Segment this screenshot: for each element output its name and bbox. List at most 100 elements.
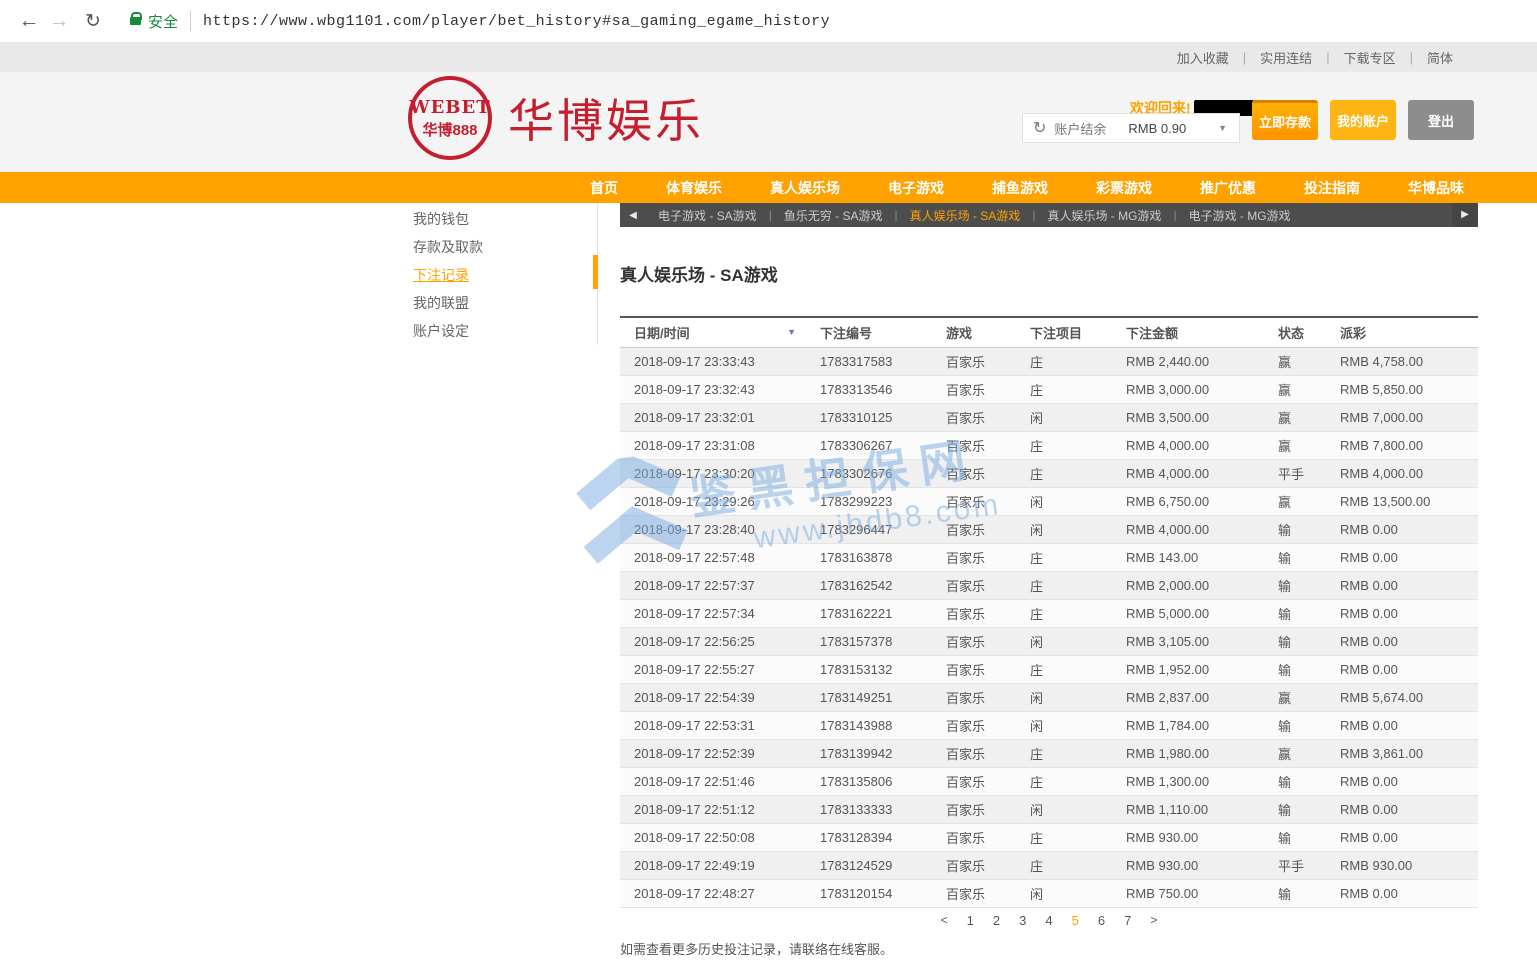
column-header-5[interactable]: 状态 (1264, 317, 1326, 347)
cell-payout: RMB 0.00 (1326, 879, 1478, 907)
logout-button[interactable]: 登出 (1408, 100, 1474, 140)
cell-no: 1783299223 (806, 487, 932, 515)
cell-payout: RMB 0.00 (1326, 515, 1478, 543)
page-2[interactable]: 2 (993, 913, 1000, 928)
page-1[interactable]: 1 (967, 913, 974, 928)
cell-status: 输 (1264, 655, 1326, 683)
cell-amount: RMB 930.00 (1112, 823, 1264, 851)
tab-2[interactable]: 真人娱乐场 - SA游戏 (898, 207, 1033, 224)
cell-payout: RMB 0.00 (1326, 627, 1478, 655)
cell-dt: 2018-09-17 23:32:01 (620, 403, 806, 431)
cell-no: 1783296447 (806, 515, 932, 543)
page-5[interactable]: 5 (1072, 913, 1079, 928)
page-7[interactable]: 7 (1124, 913, 1131, 928)
table-row[interactable]: 2018-09-17 22:48:271783120154百家乐闲RMB 750… (620, 879, 1478, 907)
address-bar[interactable]: 安全 https://www.wbg1101.com/player/bet_hi… (130, 11, 830, 32)
column-header-0[interactable]: 日期/时间▼ (620, 317, 806, 347)
back-icon[interactable]: ← (14, 9, 44, 33)
tab-0[interactable]: 电子游戏 - SA游戏 (646, 207, 769, 224)
column-header-1[interactable]: 下注编号 (806, 317, 932, 347)
next-page[interactable]: > (1150, 913, 1157, 927)
cell-status: 输 (1264, 879, 1326, 907)
sidebar-item-4[interactable]: 账户设定 (410, 317, 597, 345)
main-nav-item-3[interactable]: 电子游戏 (888, 178, 944, 198)
table-row[interactable]: 2018-09-17 22:53:311783143988百家乐闲RMB 1,7… (620, 711, 1478, 739)
logo-name: WEBET (409, 97, 490, 118)
cell-amount: RMB 6,750.00 (1112, 487, 1264, 515)
bet-history-table: 日期/时间▼下注编号游戏下注项目下注金额状态派彩 2018-09-17 23:3… (620, 316, 1478, 908)
tabs-scroll-left-icon[interactable]: ◀ (620, 210, 646, 221)
table-row[interactable]: 2018-09-17 22:52:391783139942百家乐庄RMB 1,9… (620, 739, 1478, 767)
cell-amount: RMB 3,105.00 (1112, 627, 1264, 655)
url-text[interactable]: https://www.wbg1101.com/player/bet_histo… (203, 13, 830, 30)
sort-desc-icon[interactable]: ▼ (787, 327, 796, 337)
table-row[interactable]: 2018-09-17 22:55:271783153132百家乐庄RMB 1,9… (620, 655, 1478, 683)
forward-icon[interactable]: → (44, 9, 74, 33)
table-row[interactable]: 2018-09-17 23:28:401783296447百家乐闲RMB 4,0… (620, 515, 1478, 543)
column-header-2[interactable]: 游戏 (932, 317, 1016, 347)
tab-1[interactable]: 鱼乐无穷 - SA游戏 (772, 207, 895, 224)
table-row[interactable]: 2018-09-17 22:57:481783163878百家乐庄RMB 143… (620, 543, 1478, 571)
sidebar-item-1[interactable]: 存款及取款 (410, 233, 597, 261)
cell-payout: RMB 5,674.00 (1326, 683, 1478, 711)
sidebar-item-0[interactable]: 我的钱包 (410, 205, 597, 233)
table-row[interactable]: 2018-09-17 22:51:121783133333百家乐闲RMB 1,1… (620, 795, 1478, 823)
table-row[interactable]: 2018-09-17 22:51:461783135806百家乐庄RMB 1,3… (620, 767, 1478, 795)
column-header-6[interactable]: 派彩 (1326, 317, 1478, 347)
tab-4[interactable]: 电子游戏 - MG游戏 (1177, 207, 1303, 224)
main-nav-item-7[interactable]: 投注指南 (1304, 178, 1360, 198)
refresh-balance-icon[interactable]: ↻ (1033, 118, 1046, 138)
main-nav-item-5[interactable]: 彩票游戏 (1096, 178, 1152, 198)
my-account-button[interactable]: 我的账户 (1330, 100, 1396, 140)
main-nav-item-2[interactable]: 真人娱乐场 (770, 178, 840, 198)
page-4[interactable]: 4 (1045, 913, 1052, 928)
main-nav-item-1[interactable]: 体育娱乐 (666, 178, 722, 198)
cell-payout: RMB 0.00 (1326, 795, 1478, 823)
deposit-button[interactable]: 立即存款 (1252, 100, 1318, 140)
footer-note: 如需查看更多历史投注记录，请联络在线客服。 (620, 939, 1478, 958)
cell-dt: 2018-09-17 22:55:27 (620, 655, 806, 683)
sidebar-item-2[interactable]: 下注记录 (410, 261, 597, 289)
sidebar-item-3[interactable]: 我的联盟 (410, 289, 597, 317)
main-nav-item-6[interactable]: 推广优惠 (1200, 178, 1256, 198)
tabs-scroll-right-icon[interactable]: ▶ (1452, 203, 1478, 227)
main-nav-item-4[interactable]: 捕鱼游戏 (992, 178, 1048, 198)
table-row[interactable]: 2018-09-17 22:57:341783162221百家乐庄RMB 5,0… (620, 599, 1478, 627)
column-header-4[interactable]: 下注金额 (1112, 317, 1264, 347)
table-row[interactable]: 2018-09-17 23:31:081783306267百家乐庄RMB 4,0… (620, 431, 1478, 459)
cell-payout: RMB 4,758.00 (1326, 347, 1478, 375)
table-row[interactable]: 2018-09-17 23:29:261783299223百家乐闲RMB 6,7… (620, 487, 1478, 515)
utility-link-3[interactable]: 简体 (1427, 48, 1453, 67)
table-row[interactable]: 2018-09-17 22:49:191783124529百家乐庄RMB 930… (620, 851, 1478, 879)
table-row[interactable]: 2018-09-17 22:54:391783149251百家乐闲RMB 2,8… (620, 683, 1478, 711)
table-row[interactable]: 2018-09-17 23:30:201783302676百家乐庄RMB 4,0… (620, 459, 1478, 487)
column-header-3[interactable]: 下注项目 (1016, 317, 1112, 347)
table-row[interactable]: 2018-09-17 23:33:431783317583百家乐庄RMB 2,4… (620, 347, 1478, 375)
secure-label: 安全 (148, 11, 178, 32)
cell-payout: RMB 7,000.00 (1326, 403, 1478, 431)
cell-item: 闲 (1016, 683, 1112, 711)
table-row[interactable]: 2018-09-17 22:56:251783157378百家乐闲RMB 3,1… (620, 627, 1478, 655)
balance-widget[interactable]: ↻ 账户结余 RMB 0.90 ▼ (1022, 113, 1240, 143)
reload-icon[interactable]: ↻ (78, 10, 108, 33)
utility-link-2[interactable]: 下载专区 (1344, 48, 1396, 67)
utility-link-0[interactable]: 加入收藏 (1177, 48, 1229, 67)
page-3[interactable]: 3 (1019, 913, 1026, 928)
table-row[interactable]: 2018-09-17 23:32:431783313546百家乐庄RMB 3,0… (620, 375, 1478, 403)
site-logo[interactable]: WEBET 华博888 华博娱乐 (408, 76, 704, 160)
cell-item: 庄 (1016, 739, 1112, 767)
cell-status: 赢 (1264, 739, 1326, 767)
sidebar: 我的钱包存款及取款下注记录我的联盟账户设定 WEBET 华博888 全民返点 投… (410, 203, 598, 345)
table-row[interactable]: 2018-09-17 22:57:371783162542百家乐庄RMB 2,0… (620, 571, 1478, 599)
main-nav-item-0[interactable]: 首页 (590, 178, 618, 198)
table-row[interactable]: 2018-09-17 22:50:081783128394百家乐庄RMB 930… (620, 823, 1478, 851)
chevron-down-icon[interactable]: ▼ (1218, 123, 1227, 133)
tab-3[interactable]: 真人娱乐场 - MG游戏 (1035, 207, 1173, 224)
page-6[interactable]: 6 (1098, 913, 1105, 928)
main-nav-item-8[interactable]: 华博品味 (1408, 178, 1464, 198)
prev-page[interactable]: < (941, 913, 948, 927)
cell-game: 百家乐 (932, 347, 1016, 375)
table-row[interactable]: 2018-09-17 23:32:011783310125百家乐闲RMB 3,5… (620, 403, 1478, 431)
utility-link-1[interactable]: 实用连结 (1260, 48, 1312, 67)
browser-window: ← → ↻ 安全 https://www.wbg1101.com/player/… (0, 0, 1537, 962)
